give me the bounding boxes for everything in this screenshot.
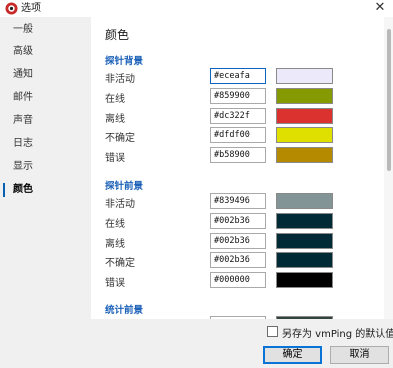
row-label-inactive-fg: 非活动 xyxy=(105,199,135,210)
section-title-stats-foreground: 统计前景 xyxy=(105,305,144,316)
error-background-swatch[interactable] xyxy=(276,147,333,163)
offline-foreground-swatch[interactable] xyxy=(276,233,333,249)
close-icon: ✕ xyxy=(374,0,386,15)
indeterminate-background-input[interactable]: #dfdf00 xyxy=(210,127,266,143)
section-title-probe-foreground: 探针前景 xyxy=(105,181,144,192)
sidebar-item-email[interactable]: 邮件 xyxy=(0,88,91,108)
inactive-foreground-input[interactable]: #839496 xyxy=(210,193,266,209)
ok-button[interactable]: 确定 xyxy=(263,346,322,364)
close-button[interactable]: ✕ xyxy=(367,0,393,17)
online-background-input[interactable]: #859900 xyxy=(210,88,266,104)
page-title: 颜色 xyxy=(105,28,130,42)
save-as-default-label: 另存为 vmPing 的默认值 xyxy=(282,329,393,340)
indeterminate-foreground-input[interactable]: #002b36 xyxy=(210,252,266,268)
sidebar-item-general[interactable]: 一般 xyxy=(0,20,91,40)
dialog-footer: 另存为 vmPing 的默认值 确定 取消 xyxy=(0,319,393,368)
online-foreground-input[interactable]: #002b36 xyxy=(210,213,266,229)
offline-foreground-input[interactable]: #002b36 xyxy=(210,233,266,249)
title-bar: 选项 ✕ xyxy=(0,0,393,17)
error-foreground-swatch[interactable] xyxy=(276,272,333,288)
online-background-swatch[interactable] xyxy=(276,88,333,104)
row-label-error-fg: 错误 xyxy=(105,278,125,289)
inactive-background-input[interactable]: #eceafa xyxy=(210,68,266,84)
online-foreground-swatch[interactable] xyxy=(276,213,333,229)
row-label-offline-bg: 离线 xyxy=(105,114,125,125)
save-as-default-checkbox[interactable] xyxy=(267,326,278,337)
sidebar-item-notifications[interactable]: 通知 xyxy=(0,65,91,85)
error-background-input[interactable]: #b58900 xyxy=(210,147,266,163)
row-label-online-fg: 在线 xyxy=(105,219,125,230)
row-label-inactive-bg: 非活动 xyxy=(105,74,135,85)
row-label-indeterminate-fg: 不确定 xyxy=(105,258,135,269)
sidebar-item-colors[interactable]: 颜色 xyxy=(0,180,91,200)
inactive-foreground-swatch[interactable] xyxy=(276,193,333,209)
indeterminate-foreground-swatch[interactable] xyxy=(276,252,333,268)
inactive-background-swatch[interactable] xyxy=(276,68,333,84)
row-label-error-bg: 错误 xyxy=(105,153,125,164)
sidebar-item-sound[interactable]: 声音 xyxy=(0,111,91,131)
sidebar-item-display[interactable]: 显示 xyxy=(0,157,91,177)
indeterminate-background-swatch[interactable] xyxy=(276,127,333,143)
row-label-indeterminate-bg: 不确定 xyxy=(105,133,135,144)
sidebar-item-advanced[interactable]: 高级 xyxy=(0,42,91,62)
active-marker xyxy=(3,183,5,197)
error-foreground-input[interactable]: #000000 xyxy=(210,272,266,288)
offline-background-swatch[interactable] xyxy=(276,108,333,124)
section-title-probe-background: 探针背景 xyxy=(105,56,144,67)
window-title: 选项 xyxy=(21,3,41,14)
sidebar: 一般 高级 通知 邮件 声音 日志 显示 颜色 xyxy=(0,17,91,319)
colors-panel: 颜色 探针背景 非活动 #eceafa 在线 #859900 离线 #dc322… xyxy=(91,17,393,319)
sidebar-item-log[interactable]: 日志 xyxy=(0,134,91,154)
scrollbar-thumb[interactable] xyxy=(387,29,391,171)
row-label-offline-fg: 离线 xyxy=(105,239,125,250)
row-label-online-bg: 在线 xyxy=(105,94,125,105)
offline-background-input[interactable]: #dc322f xyxy=(210,108,266,124)
cancel-button[interactable]: 取消 xyxy=(330,346,389,364)
app-icon xyxy=(5,2,18,15)
vertical-scrollbar[interactable] xyxy=(384,17,393,319)
